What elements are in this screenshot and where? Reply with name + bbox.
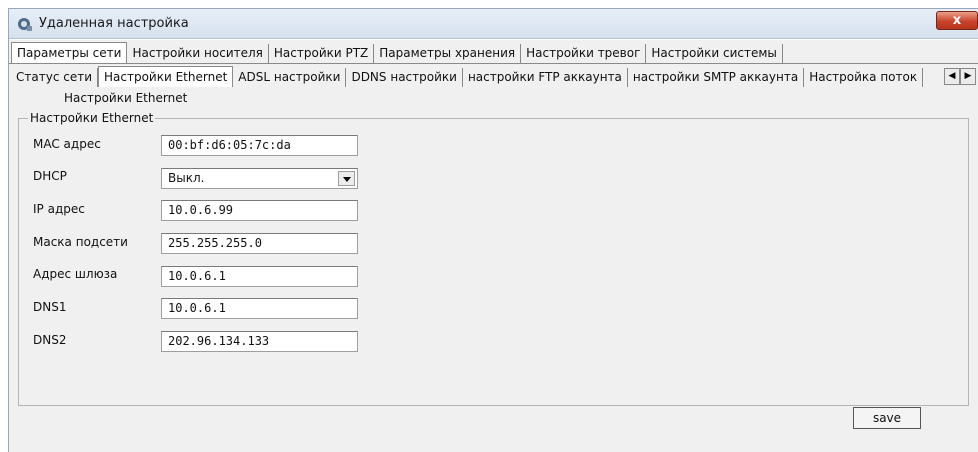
mask-field[interactable]: 255.255.255.0 bbox=[161, 233, 358, 254]
tab-adsl-settings[interactable]: ADSL настройки bbox=[233, 68, 347, 87]
tab-network-params[interactable]: Параметры сети bbox=[11, 42, 128, 63]
save-button[interactable]: save bbox=[853, 407, 921, 429]
tab-scroll-controls: ◀ ▶ bbox=[944, 68, 976, 85]
title-bar[interactable]: Удаленная настройка x bbox=[9, 9, 978, 39]
settings-panel: Параметры сети Настройки носителя Настро… bbox=[9, 40, 978, 452]
tab-stream-settings[interactable]: Настройка поток bbox=[804, 68, 924, 87]
dns1-field[interactable]: 10.0.6.1 bbox=[161, 298, 358, 319]
scroll-right-icon[interactable]: ▶ bbox=[960, 68, 976, 85]
dhcp-select[interactable]: Выкл. bbox=[161, 168, 358, 189]
dns1-label: DNS1 bbox=[33, 300, 67, 314]
groupbox-label: Настройки Ethernet bbox=[28, 111, 156, 125]
mask-label: Маска подсети bbox=[33, 235, 128, 249]
gateway-label: Адрес шлюза bbox=[33, 267, 118, 281]
tab-divider bbox=[9, 63, 978, 64]
tab-system-settings[interactable]: Настройки системы bbox=[646, 44, 783, 63]
mac-field[interactable]: 00:bf:d6:05:7c:da bbox=[161, 135, 358, 156]
gateway-field[interactable]: 10.0.6.1 bbox=[161, 266, 358, 287]
close-button[interactable]: x bbox=[936, 11, 978, 30]
sub-tabs: Статус сети Настройки Ethernet ADSL наст… bbox=[11, 66, 924, 87]
main-tabs: Параметры сети Настройки носителя Настро… bbox=[11, 42, 783, 63]
settings-app-icon bbox=[18, 18, 32, 31]
tab-network-status[interactable]: Статус сети bbox=[11, 68, 98, 87]
ip-label: IP адрес bbox=[33, 202, 85, 216]
tab-ethernet-settings[interactable]: Настройки Ethernet bbox=[98, 66, 234, 87]
section-heading: Настройки Ethernet bbox=[64, 91, 188, 105]
tab-smtp-account[interactable]: настройки SMTP аккаунта bbox=[628, 68, 805, 87]
mac-label: MAC адрес bbox=[33, 137, 101, 151]
tab-ftp-account[interactable]: настройки FTP аккаунта bbox=[463, 68, 628, 87]
ethernet-groupbox bbox=[18, 118, 969, 406]
tab-alarm-settings[interactable]: Настройки тревог bbox=[521, 44, 647, 63]
scroll-left-icon[interactable]: ◀ bbox=[944, 68, 960, 85]
dhcp-value: Выкл. bbox=[168, 171, 205, 185]
dhcp-label: DHCP bbox=[33, 169, 67, 183]
tab-storage-params[interactable]: Параметры хранения bbox=[374, 44, 522, 63]
dns2-label: DNS2 bbox=[33, 333, 67, 347]
tab-ptz-settings[interactable]: Настройки PTZ bbox=[269, 44, 375, 63]
window-title: Удаленная настройка bbox=[39, 16, 189, 31]
tab-ddns-settings[interactable]: DDNS настройки bbox=[346, 68, 463, 87]
remote-settings-window: Удаленная настройка x Параметры сети Нас… bbox=[8, 8, 978, 452]
chevron-down-icon[interactable] bbox=[338, 171, 355, 186]
dns2-field[interactable]: 202.96.134.133 bbox=[161, 331, 358, 352]
ip-field[interactable]: 10.0.6.99 bbox=[161, 200, 358, 221]
tab-media-settings[interactable]: Настройки носителя bbox=[127, 44, 269, 63]
